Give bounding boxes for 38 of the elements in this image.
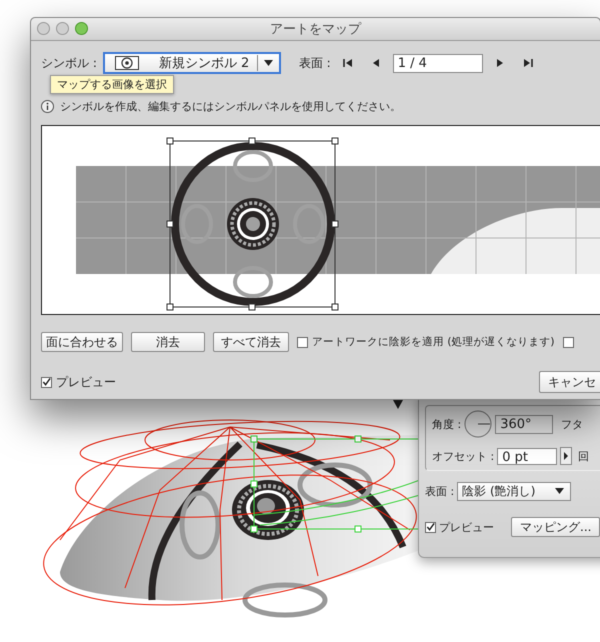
offset-field[interactable]: 0 pt xyxy=(497,448,558,464)
previous-icon[interactable] xyxy=(370,58,381,68)
preview-label: プレビュー xyxy=(439,520,494,534)
shading-option-label: アートワークに陰影を適用 (処理が遅くなります) xyxy=(312,335,555,349)
angle-label: 角度 : xyxy=(432,416,462,432)
symbol-label: シンボル : xyxy=(41,54,97,72)
caret-icon xyxy=(555,488,564,494)
surface-label: 表面 : xyxy=(298,54,331,72)
info-icon xyxy=(41,100,54,112)
mapping-button[interactable]: マッピング... xyxy=(511,517,600,537)
checkbox[interactable] xyxy=(425,522,436,532)
preview-label: プレビュー xyxy=(56,374,116,390)
dialog-button[interactable]: 消去 xyxy=(131,332,205,352)
offset-label: オフセット : xyxy=(432,448,494,464)
tooltip: マップする画像を選択 xyxy=(50,75,174,94)
checkbox[interactable] xyxy=(562,336,574,348)
symbol-dropdown[interactable]: 新規シンボル 2 xyxy=(102,52,281,74)
page-field[interactable]: 1 / 4 xyxy=(392,54,483,72)
next-icon[interactable] xyxy=(494,58,505,68)
cut-label: 回 xyxy=(578,448,590,464)
triangle-icon xyxy=(393,400,403,409)
caret-icon xyxy=(264,60,273,66)
cancel-button[interactable]: キャンセ xyxy=(539,371,600,393)
info-text: シンボルを作成、編集するにはシンボルパネルを使用してください。 xyxy=(60,98,401,114)
dialog-button[interactable]: 面に合わせる xyxy=(41,332,123,352)
angle-dial-icon[interactable] xyxy=(464,410,492,438)
checkbox[interactable] xyxy=(41,376,52,388)
checkbox[interactable] xyxy=(297,336,308,348)
window-title: アートをマップ xyxy=(270,21,361,38)
first-page-icon[interactable] xyxy=(342,58,353,68)
last-page-icon[interactable] xyxy=(522,58,533,68)
cap-label: フタ xyxy=(561,416,584,432)
dialog-button[interactable]: すべて消去 xyxy=(213,332,289,352)
surface-label: 表面 : xyxy=(425,484,454,498)
zoom-icon[interactable] xyxy=(75,22,88,35)
symbol-thumbnail-icon xyxy=(114,56,139,70)
angle-field[interactable]: 360° xyxy=(495,414,554,434)
shading-dropdown[interactable]: 陰影 (艶消し) xyxy=(457,482,572,500)
